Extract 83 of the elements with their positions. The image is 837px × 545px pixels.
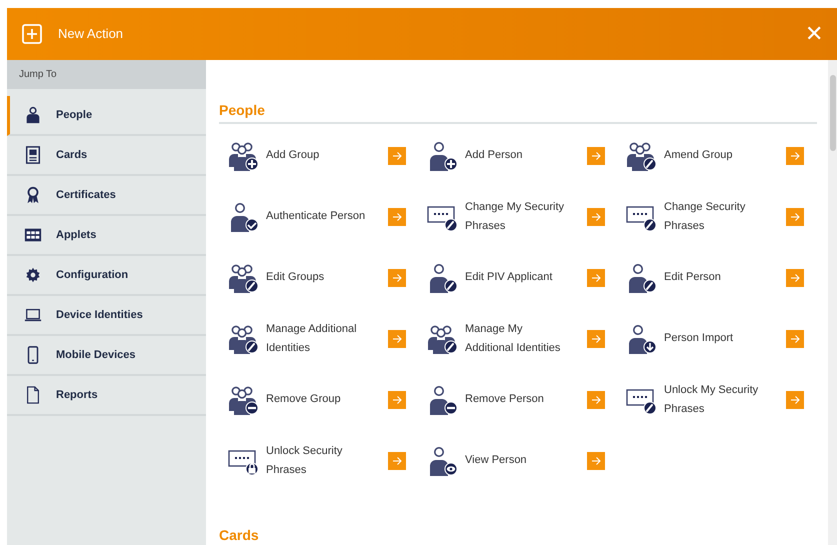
action-label: Manage Additional Identities [266,322,358,356]
go-button[interactable] [388,208,406,226]
arrow-right-icon [392,212,402,222]
sidebar-item[interactable]: Certificates [7,176,206,216]
go-button[interactable] [587,390,605,408]
action-label: Change Security Phrases [664,200,746,234]
arrow-right-icon [591,394,601,404]
dialog-title: New Action [58,25,124,44]
id-card-icon [24,145,42,165]
section-heading: People [219,100,817,124]
action-label: Manage My Additional Identities [465,322,562,356]
arrow-right-icon [591,212,601,222]
sidebar-item[interactable]: Cards [7,136,206,176]
scrollbar-thumb[interactable] [830,75,836,151]
go-button[interactable] [388,330,406,348]
go-button[interactable] [786,330,804,348]
arrow-right-icon [392,456,402,466]
sidebar-item[interactable]: Mobile Devices [7,336,206,376]
action-label: Add Person [465,148,524,163]
go-button[interactable] [587,330,605,348]
arrow-right-icon [790,272,800,282]
go-button[interactable] [587,452,605,470]
arrow-right-icon [392,272,402,282]
scrollbar[interactable] [828,60,837,545]
arrow-right-icon [591,456,601,466]
action-label: Unlock Security Phrases [266,444,344,478]
arrow-right-icon [392,150,402,160]
go-button[interactable] [786,268,804,286]
arrow-right-icon [790,212,800,222]
group-remove-icon [228,384,258,414]
sidebar-item[interactable]: People [7,96,206,136]
person-check-icon [228,202,258,232]
go-button[interactable] [587,146,605,164]
arrow-right-icon [790,334,800,344]
go-button[interactable] [388,452,406,470]
person-icon [24,105,42,125]
action-label: Authenticate Person [266,209,366,224]
person-edit-icon [626,262,656,292]
go-button[interactable] [388,390,406,408]
go-button[interactable] [388,268,406,286]
action-label: Edit Person [664,270,722,285]
go-button[interactable] [786,390,804,408]
action-label: Person Import [664,331,734,346]
person-view-icon [427,446,457,476]
sidebar-item[interactable]: Reports [7,376,206,416]
person-add-icon [427,140,457,170]
arrow-right-icon [591,272,601,282]
action-label: Edit Groups [266,270,326,285]
go-button[interactable] [388,146,406,164]
person-edit-icon [427,262,457,292]
action-label: Add Group [266,148,320,163]
action-label: Amend Group [664,148,734,163]
arrow-right-icon [591,150,601,160]
group-edit-icon [228,262,258,292]
arrow-right-icon [591,334,601,344]
group-edit-icon [626,140,656,170]
action-label: Change My Security Phrases [465,200,566,234]
action-label: Unlock My Security Phrases [664,382,760,416]
arrow-right-icon [790,150,800,160]
go-button[interactable] [786,146,804,164]
action-label: View Person [465,453,528,468]
arrow-right-icon [392,394,402,404]
plus-box-icon [22,24,42,44]
group-add-icon [228,140,258,170]
go-button[interactable] [587,268,605,286]
settings-icon [24,265,42,285]
sidebar-heading: Jump To [19,68,57,82]
go-button[interactable] [587,208,605,226]
action-label: Remove Person [465,392,545,407]
section-heading: Cards [219,525,817,545]
action-label: Remove Group [266,392,342,407]
sidebar-item[interactable]: Applets [7,216,206,256]
sidebar-item[interactable]: Device Identities [7,296,206,336]
sidebar-item[interactable]: Configuration [7,256,206,296]
arrow-right-icon [790,394,800,404]
arrow-right-icon [392,334,402,344]
person-download-icon [626,324,656,354]
go-button[interactable] [786,208,804,226]
document-icon [24,385,42,405]
person-remove-icon [427,384,457,414]
group-edit-icon [427,324,457,354]
action-label: Edit PIV Applicant [465,270,554,285]
group-edit-icon [228,324,258,354]
